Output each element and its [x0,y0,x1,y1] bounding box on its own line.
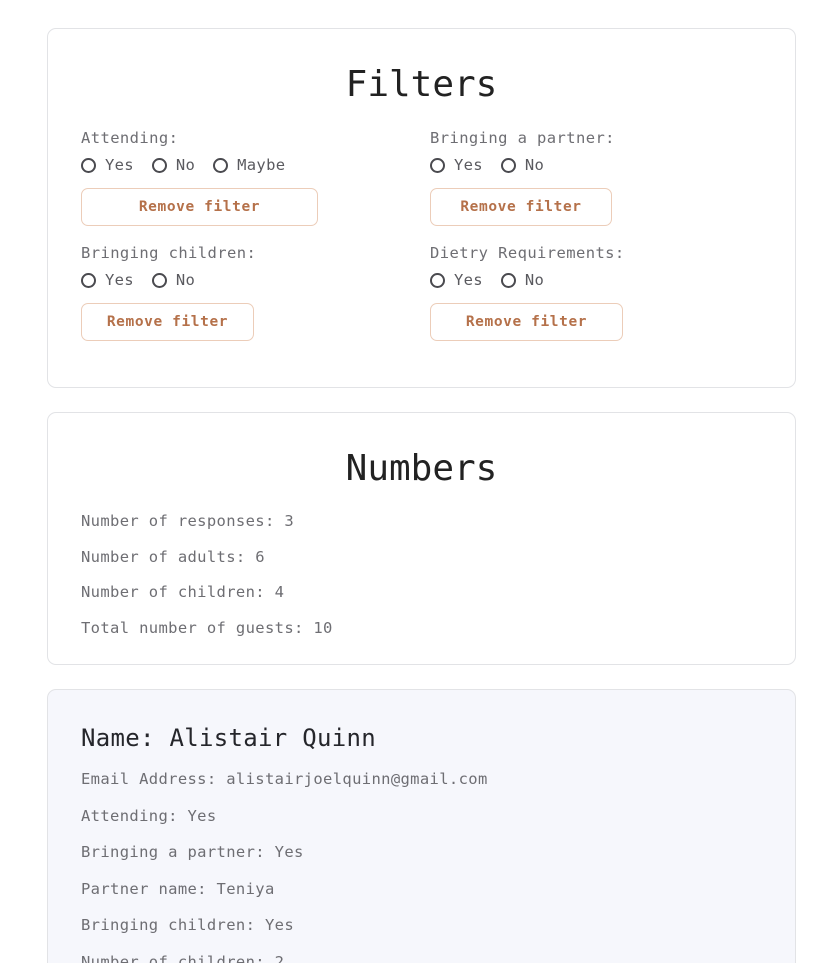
radio-circle-icon[interactable] [151,273,167,289]
radio-circle-icon[interactable] [81,158,96,174]
radio-dietry-yes[interactable]: Yes [430,273,483,289]
radio-children-no[interactable]: No [151,271,196,290]
radio-label: No [524,156,545,175]
page-root: Filters Attending: Yes No Maybe Remove f… [0,0,838,963]
filter-label-partner: Bringing a partner: [430,128,615,147]
filter-group-attending: Attending: Yes No Maybe Remove filter [48,128,397,246]
radio-attending-maybe[interactable]: Maybe [213,158,285,174]
filters-card: Filters Attending: Yes No Maybe Remove f… [47,28,796,388]
radio-label: No [175,156,196,175]
radio-attending-yes[interactable]: Yes [81,158,134,174]
guest-bringing-partner: Bringing a partner: Yes [81,843,304,862]
radio-circle-icon[interactable] [500,158,516,174]
stat-children: Number of children: 4 [81,583,285,602]
guest-card: Name: Alistair Quinn Email Address: alis… [47,689,796,963]
radio-circle-icon[interactable] [151,158,167,174]
numbers-title: Numbers [345,447,498,489]
filter-label-attending: Attending: [81,128,179,147]
radio-group-children: Yes No [81,273,397,289]
radio-group-attending: Yes No Maybe [81,158,397,174]
radio-circle-icon[interactable] [81,273,96,289]
filter-group-partner: Bringing a partner: Yes No Remove filter [397,128,795,246]
guest-email: Email Address: alistairjoelquinn@gmail.c… [81,770,488,789]
radio-label: No [524,271,545,290]
guest-partner-name: Partner name: Teniya [81,879,275,898]
radio-attending-no[interactable]: No [151,156,196,175]
remove-filter-children-button[interactable]: Remove filter [81,302,254,341]
radio-label: No [175,271,196,290]
remove-filter-dietry-button[interactable]: Remove filter [430,302,623,341]
guest-attending: Attending: Yes [81,806,217,825]
stat-total-guests: Total number of guests: 10 [81,618,333,637]
radio-partner-yes[interactable]: Yes [430,158,483,174]
filters-body: Attending: Yes No Maybe Remove filter Br… [48,128,795,387]
radio-circle-icon[interactable] [430,273,445,289]
radio-circle-icon[interactable] [500,273,516,289]
remove-filter-attending-button[interactable]: Remove filter [81,187,318,226]
filters-title: Filters [345,64,498,105]
radio-circle-icon[interactable] [430,158,445,174]
radio-circle-icon[interactable] [213,158,229,174]
radio-group-dietry: Yes No [430,273,795,289]
radio-label: Yes [454,271,483,290]
stat-adults: Number of adults: 6 [81,547,265,566]
radio-group-partner: Yes No [430,158,795,174]
radio-partner-no[interactable]: No [500,156,545,175]
filters-grid: Attending: Yes No Maybe Remove filter Br… [48,128,795,361]
filter-group-dietry: Dietry Requirements: Yes No Remove filte… [397,243,795,361]
guest-number-of-children: Number of children: 2 [81,952,285,963]
radio-dietry-no[interactable]: No [500,271,545,290]
filter-label-dietry: Dietry Requirements: [430,243,625,262]
radio-label: Yes [454,156,483,175]
stat-responses: Number of responses: 3 [81,512,294,531]
numbers-body: Number of responses: 3 Number of adults:… [48,514,795,664]
radio-children-yes[interactable]: Yes [81,273,134,289]
radio-label: Yes [105,271,134,290]
filter-label-children: Bringing children: [81,243,257,262]
filter-group-children: Bringing children: Yes No Remove filter [48,243,397,361]
radio-label: Maybe [237,156,286,175]
guest-bringing-children: Bringing children: Yes [81,916,294,935]
remove-filter-partner-button[interactable]: Remove filter [430,187,612,226]
numbers-card: Numbers Number of responses: 3 Number of… [47,411,796,666]
radio-label: Yes [105,156,134,175]
guest-name: Name: Alistair Quinn [81,724,376,753]
